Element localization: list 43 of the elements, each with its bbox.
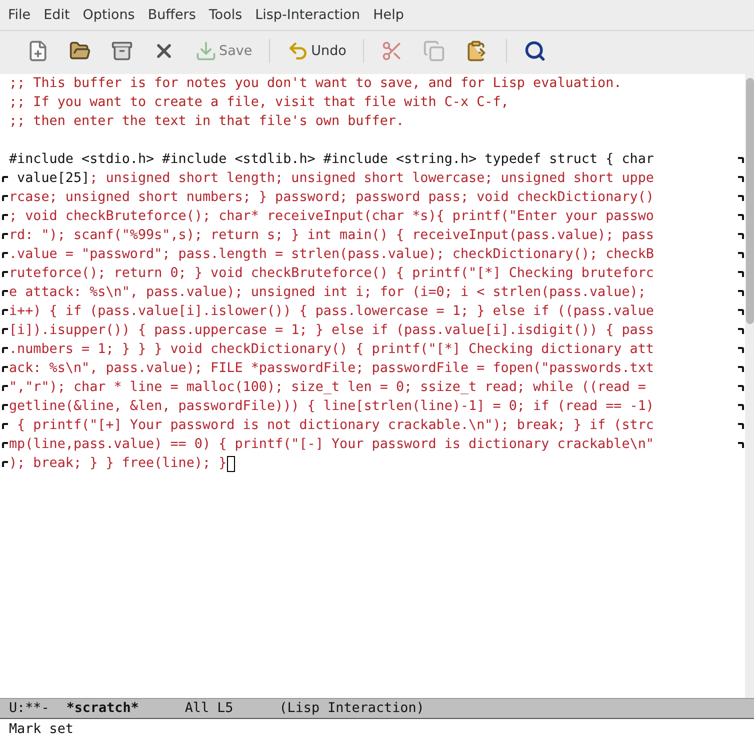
code-line: value[25]; unsigned short length; unsigned short lowercase; unsigned short uppe xyxy=(16,171,654,186)
copy-icon xyxy=(423,40,446,62)
menu-item[interactable]: Options xyxy=(76,7,142,23)
code-line: ;; If you want to create a file, visit that file with C-x C-f, xyxy=(9,95,509,110)
code-line: .value = "password"; pass.length = strlen(pass.value); checkDictionary(); checkB xyxy=(9,247,654,262)
echo-message: Mark set xyxy=(0,719,754,739)
code-line: .numbers = 1; } } } void checkDictionary() { printf("[*] Checking dictionary att xyxy=(9,342,654,357)
menu-item[interactable]: Buffers xyxy=(142,7,203,23)
code-line: rd: "); scanf("%99s",s); return s; } int main() { receiveInput(pass.value); pass xyxy=(9,228,654,243)
toolbar-button[interactable]: Undo xyxy=(282,34,352,68)
save-icon xyxy=(195,40,217,62)
code-line: getline(&line, &len, passwordFile))) { line[strlen(line)-1] = 0; if (read == -1) xyxy=(9,399,654,414)
code-line: #include <stdio.h> #include <stdlib.h> #include <string.h> typedef struct { char xyxy=(9,152,654,167)
code-line: rcase; unsigned short numbers; } password; password pass; void checkDictionary() xyxy=(9,190,654,205)
new-file-icon xyxy=(27,40,49,62)
code-line: ruteforce(); return 0; } void checkBruteforce() { printf("[*] Checking bruteforc xyxy=(9,266,654,281)
scissors-icon xyxy=(381,40,404,62)
scrollbar-thumb[interactable] xyxy=(746,78,754,324)
code-line: ; void checkBruteforce(); char* receiveInput(char *s){ printf("Enter your passwo xyxy=(9,209,654,224)
menu-item[interactable]: Help xyxy=(367,7,411,23)
buffer-status: U:**- xyxy=(9,701,50,716)
major-mode: (Lisp Interaction) xyxy=(279,701,424,716)
search-icon xyxy=(524,40,546,62)
code-line: ack: %s\n", pass.value); FILE *passwordFile; passwordFile = fopen("passwords.txt xyxy=(9,361,654,376)
menu-item[interactable]: File xyxy=(2,7,38,23)
code-line: mp(line,pass.value) == 0) { printf("[-] Your password is dictionary crackable\n" xyxy=(9,437,654,452)
code-line: { printf("[+] Your password is not dictionary crackable.\n"); break; } if (strc xyxy=(16,418,654,433)
buffer-name: *scratch* xyxy=(66,701,139,716)
line-position: All L5 xyxy=(184,701,234,716)
code-line: [i]).isupper()) { pass.uppercase = 1; } else if (pass.value[i].isdigit()) { pass xyxy=(9,323,654,338)
cabinet-icon xyxy=(111,40,133,62)
undo-icon xyxy=(287,40,310,62)
folder-icon xyxy=(69,40,91,62)
menu-item[interactable]: Lisp-Interaction xyxy=(249,7,368,23)
code-line: i++) { if (pass.value[i].islower()) { pass.lowercase = 1; } else if ((pass.value xyxy=(9,304,654,319)
code-line: e attack: %s\n", pass.value); unsigned int i; for (i=0; i < strlen(pass.value); xyxy=(9,285,647,300)
clipboard-icon xyxy=(465,40,488,62)
code-line: ;; then enter the text in that file's own buffer. xyxy=(9,114,404,129)
code-line: ","r"); char * line = malloc(100); size_t len = 0; ssize_t read; while ((read = xyxy=(9,380,647,395)
menu-item[interactable]: Edit xyxy=(38,7,77,23)
code-line: ); break; } } free(line); } xyxy=(9,456,227,471)
menu-item[interactable]: Tools xyxy=(202,7,250,23)
code-line: ;; This buffer is for notes you don't want to save, and for Lisp evaluation. xyxy=(9,76,622,91)
